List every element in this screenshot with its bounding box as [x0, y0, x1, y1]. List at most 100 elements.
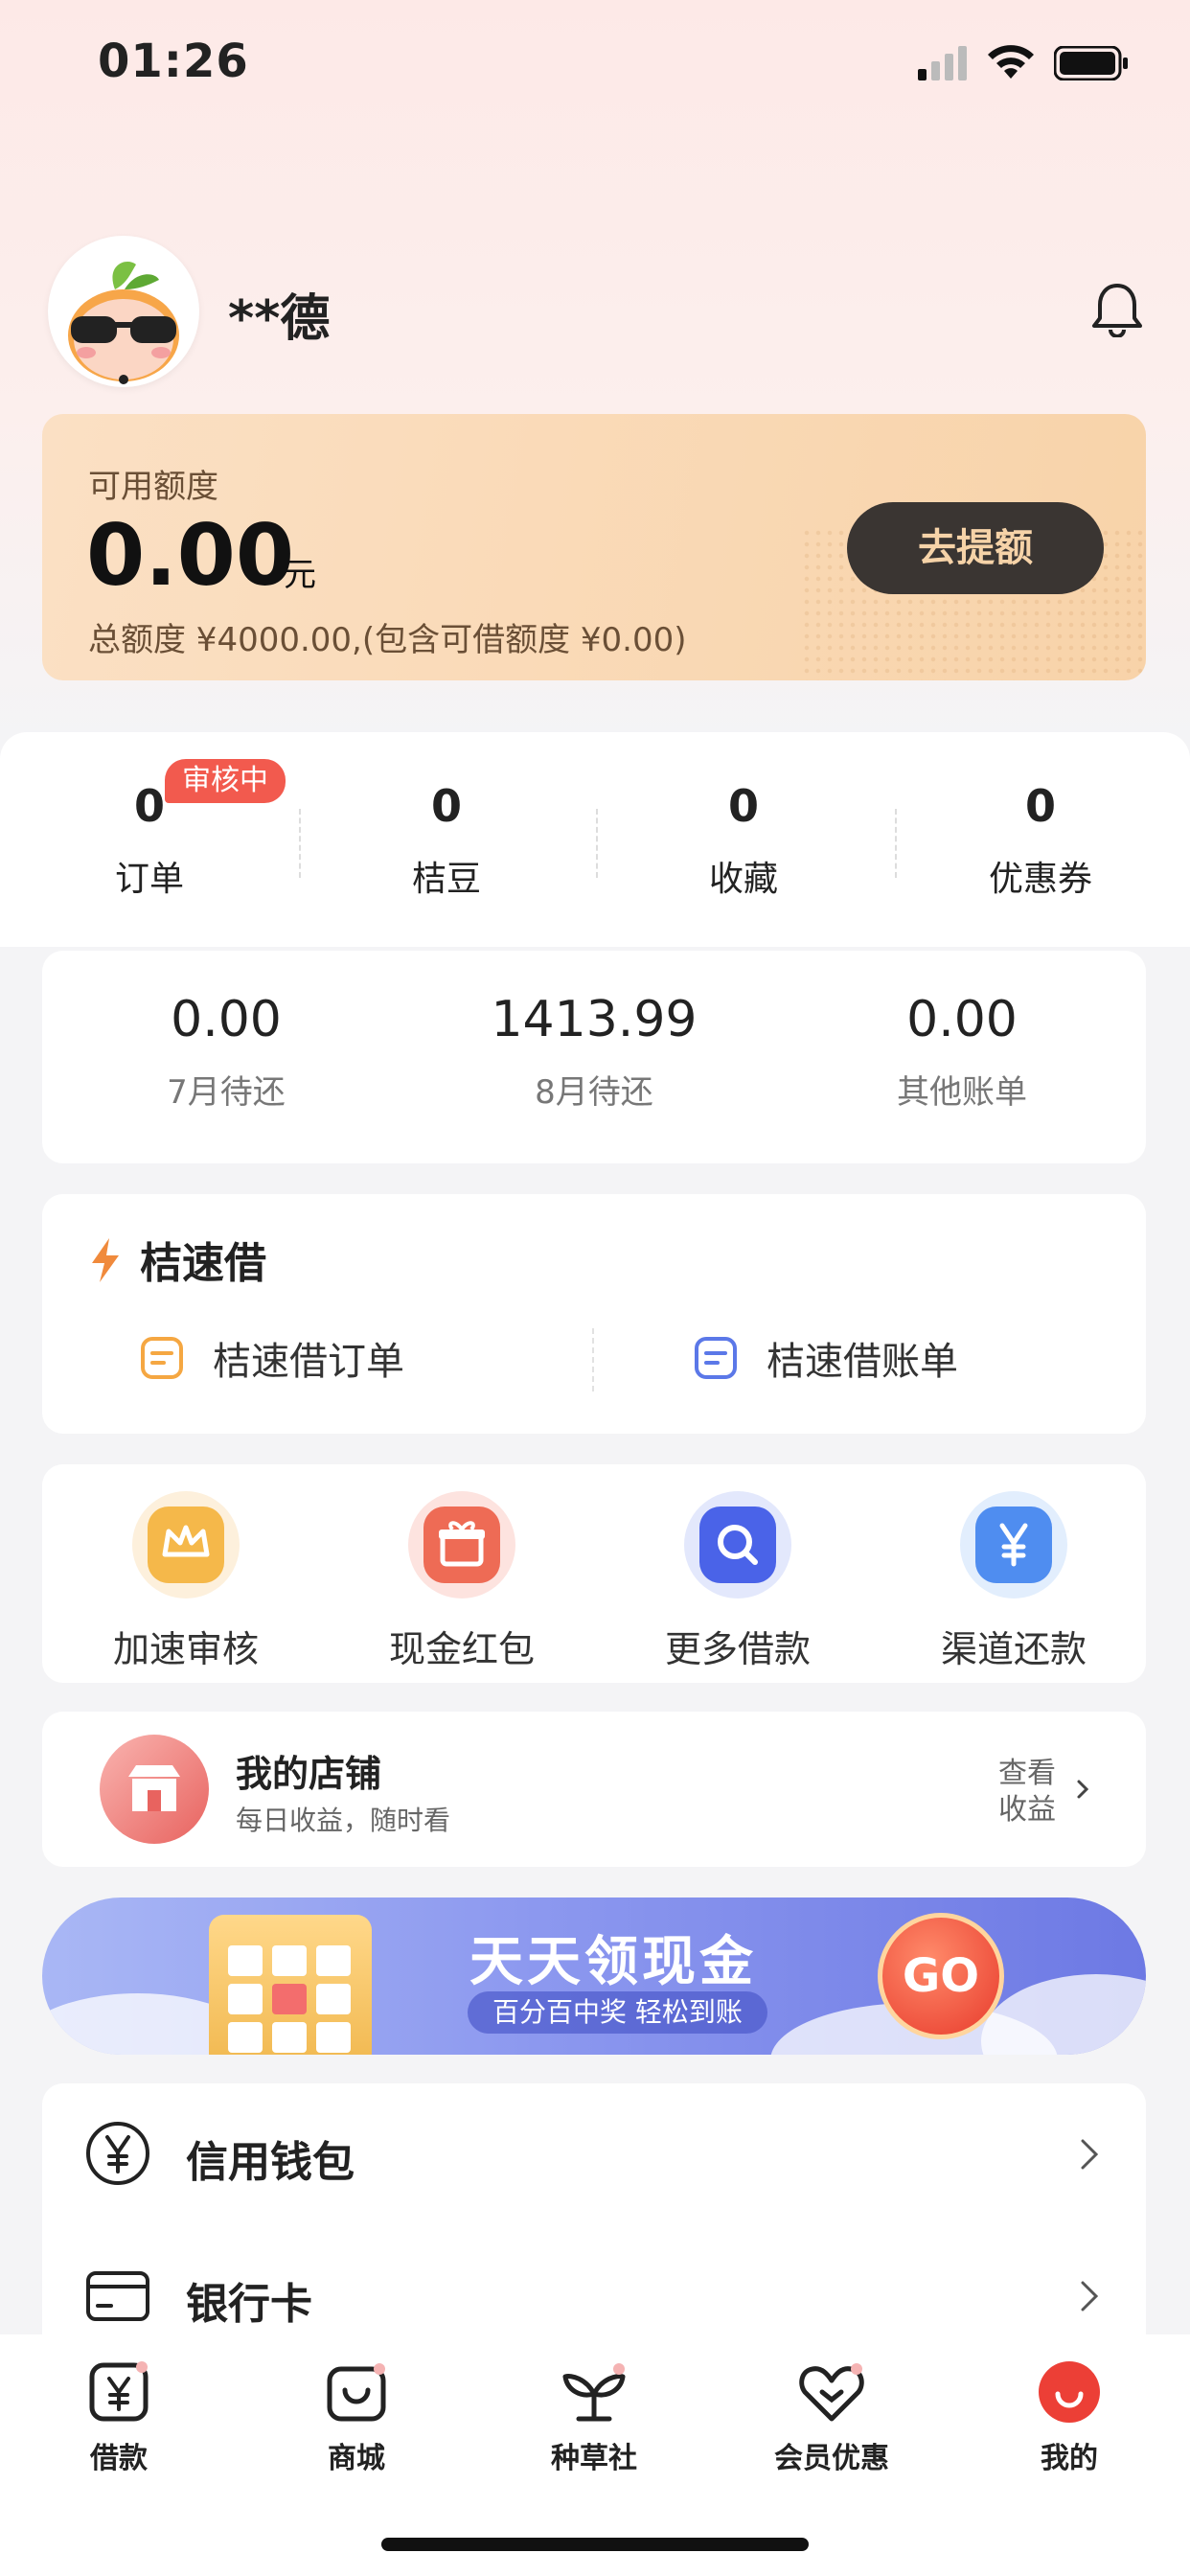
stat-value: 0 — [1024, 780, 1056, 832]
stat-label: 订单 — [114, 860, 184, 899]
gift-icon — [423, 1506, 500, 1583]
cloud-decoration — [981, 1974, 1146, 2055]
profile-icon — [1039, 2361, 1100, 2423]
yen-circle-icon — [86, 2122, 149, 2185]
bills-card: 0.00 7月待还 1413.99 8月待还 0.00 其他账单 — [42, 951, 1146, 1163]
shop-logo-icon — [100, 1735, 209, 1844]
stat-label: 优惠券 — [988, 860, 1092, 899]
status-time: 01:26 — [98, 34, 249, 88]
view-earnings-line2: 收益 — [998, 1793, 1056, 1827]
tab-label: 我的 — [1041, 2442, 1098, 2475]
bill-label: 其他账单 — [897, 1073, 1027, 1112]
icon-ring — [132, 1491, 240, 1598]
raise-limit-button[interactable]: 去提额 — [847, 502, 1104, 594]
action-channel-repay[interactable]: 渠道还款 — [899, 1491, 1129, 1672]
chevron-right-icon — [1077, 1780, 1089, 1799]
status-bar: 01:26 — [0, 0, 1190, 125]
tab-community[interactable]: 种草社 — [517, 2356, 671, 2476]
daily-cash-banner[interactable]: 天天领现金 百分百中奖 轻松到账 GO — [42, 1898, 1146, 2055]
divider — [592, 1328, 594, 1392]
quick-loan-title: 桔速借 — [140, 1239, 266, 1288]
loan-icon — [89, 2361, 149, 2422]
icon-ring — [408, 1491, 515, 1598]
quick-loan-orders-link[interactable]: 桔速借订单 — [213, 1330, 404, 1386]
action-more-loans[interactable]: 更多借款 — [623, 1491, 853, 1672]
tab-member-deals[interactable]: 会员优惠 — [755, 2356, 908, 2476]
lightning-icon — [92, 1238, 119, 1282]
view-earnings-line1: 查看 — [998, 1757, 1056, 1790]
sprout-icon — [562, 2363, 626, 2422]
bill-august[interactable]: 1413.99 8月待还 — [410, 991, 778, 1113]
prize-box-icon — [209, 1915, 372, 2055]
icon-ring — [960, 1491, 1067, 1598]
icon-ring — [684, 1491, 791, 1598]
divider — [596, 809, 598, 878]
go-button[interactable]: GO — [878, 1913, 1004, 2039]
stat-value: 0 — [727, 780, 759, 832]
quick-actions-card: 加速审核 现金红包 更多借款 渠道还款 — [42, 1464, 1146, 1683]
status-badge: 审核中 — [165, 759, 286, 803]
quick-loan-card: 桔速借 桔速借订单 桔速借账单 — [42, 1194, 1146, 1434]
crown-icon — [148, 1506, 224, 1583]
tab-label: 会员优惠 — [774, 2442, 889, 2475]
wifi-icon — [988, 45, 1034, 79]
total-limit-text: 总额度 ¥4000.00,(包含可借额度 ¥0.00) — [88, 621, 687, 659]
action-label: 渠道还款 — [940, 1628, 1087, 1670]
order-list-icon — [141, 1337, 183, 1379]
bill-other[interactable]: 0.00 其他账单 — [778, 991, 1146, 1113]
menu-item-label: 信用钱包 — [186, 2138, 355, 2187]
tab-label: 种草社 — [551, 2442, 637, 2475]
chevron-right-icon — [1081, 2281, 1099, 2312]
action-label: 更多借款 — [664, 1628, 811, 1670]
chevron-right-icon — [1081, 2139, 1099, 2170]
bill-value: 0.00 — [906, 991, 1018, 1048]
my-shop-card[interactable]: 我的店铺 每日收益，随时看 查看 收益 — [42, 1712, 1146, 1867]
action-label: 加速审核 — [112, 1628, 259, 1670]
search-icon — [699, 1506, 776, 1583]
stat-label: 收藏 — [708, 860, 778, 899]
stat-beans[interactable]: 0 桔豆 — [351, 780, 542, 901]
tab-loan[interactable]: 借款 — [42, 2356, 195, 2476]
menu-item-label: 银行卡 — [186, 2280, 312, 2329]
credit-limit-card: 可用额度 0.00 元 总额度 ¥4000.00,(包含可借额度 ¥0.00) … — [42, 414, 1146, 680]
stat-label: 桔豆 — [411, 860, 481, 899]
action-cash-redpacket[interactable]: 现金红包 — [347, 1491, 577, 1672]
bag-icon — [327, 2363, 386, 2422]
notification-bell-icon[interactable] — [1090, 280, 1144, 337]
avatar[interactable] — [48, 236, 199, 387]
stat-coupons[interactable]: 0 优惠券 — [945, 780, 1136, 901]
stat-favorites[interactable]: 0 收藏 — [648, 780, 839, 901]
yen-icon — [975, 1506, 1052, 1583]
divider — [299, 809, 301, 878]
action-speed-review[interactable]: 加速审核 — [71, 1491, 301, 1672]
shop-title: 我的店铺 — [236, 1753, 382, 1795]
banner-headline: 天天领现金 — [469, 1931, 757, 1993]
bill-label: 7月待还 — [167, 1073, 286, 1112]
banner-subtitle: 百分百中奖 轻松到账 — [468, 1991, 767, 2034]
bill-july[interactable]: 0.00 7月待还 — [42, 991, 410, 1113]
tab-label: 商城 — [328, 2442, 385, 2475]
shop-subtitle: 每日收益，随时看 — [236, 1805, 451, 1836]
card-icon — [86, 2271, 149, 2321]
action-label: 现金红包 — [388, 1628, 535, 1670]
available-limit-label: 可用额度 — [88, 468, 218, 506]
amount-unit: 元 — [284, 556, 316, 594]
bill-label: 8月待还 — [535, 1073, 653, 1112]
heart-icon — [799, 2363, 864, 2422]
cellular-signal-icon — [918, 46, 967, 80]
stats-panel: 0 订单 审核中 0 桔豆 0 收藏 0 优惠券 — [0, 732, 1190, 947]
battery-icon — [1054, 46, 1128, 80]
tab-mine[interactable]: 我的 — [993, 2356, 1146, 2476]
divider — [895, 809, 897, 878]
home-indicator — [381, 2538, 809, 2551]
quick-loan-bills-link[interactable]: 桔速借账单 — [767, 1330, 958, 1386]
menu-item-credit-wallet[interactable]: 信用钱包 — [42, 2083, 1146, 2218]
bill-list-icon — [695, 1337, 737, 1379]
tab-mall[interactable]: 商城 — [280, 2356, 433, 2476]
stat-value: 0 — [430, 780, 462, 832]
orange-mascot-icon — [68, 262, 179, 384]
tab-label: 借款 — [90, 2442, 148, 2475]
view-earnings-link[interactable]: 查看 收益 — [998, 1756, 1056, 1828]
bill-value: 1413.99 — [491, 991, 698, 1048]
available-limit-amount: 0.00 — [86, 506, 295, 605]
